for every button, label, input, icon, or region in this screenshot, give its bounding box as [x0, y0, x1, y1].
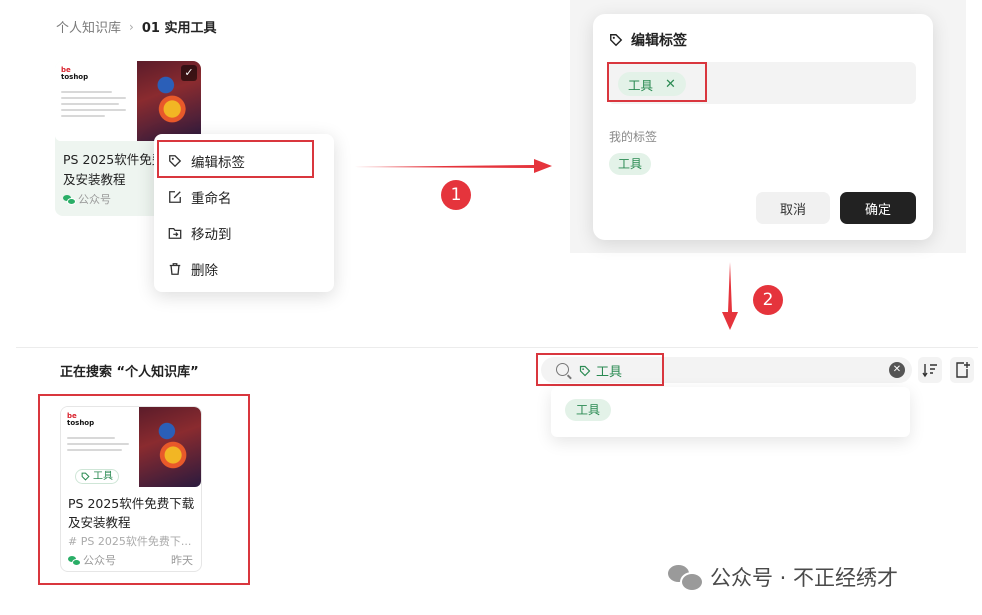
trash-icon [169, 263, 181, 275]
menu-item-move-to[interactable]: 移动到 [168, 223, 232, 243]
breadcrumb-current: 01 实用工具 [141, 21, 217, 36]
watermark: 公众号 · 不正经绣才 [668, 562, 898, 592]
thumbnail-text-line [61, 97, 127, 99]
search-heading: 正在搜索 “个人知识库” [60, 365, 199, 380]
sort-icon [922, 364, 937, 378]
confirm-button[interactable]: 确定 [840, 192, 916, 224]
add-document-icon [956, 362, 970, 378]
rename-icon [169, 191, 181, 203]
sort-button[interactable] [918, 357, 942, 383]
highlight-box-search-tag [536, 353, 664, 386]
step-badge-2: 2 [753, 285, 783, 315]
checkbox-checked-icon[interactable]: ✓ [181, 65, 197, 81]
thumbnail-document: be toshop [55, 61, 140, 141]
add-note-button[interactable] [950, 357, 974, 383]
card-thumbnail: be toshop ✓ [55, 61, 201, 141]
clear-search-icon[interactable]: ✕ [889, 362, 905, 378]
menu-item-delete[interactable]: 删除 [168, 259, 218, 279]
arrow-right-icon [354, 159, 552, 173]
cancel-button[interactable]: 取消 [756, 192, 830, 224]
breadcrumb-root[interactable]: 个人知识库 [56, 17, 121, 36]
thumbnail-logo: be toshop [61, 66, 89, 81]
thumbnail-text-line [61, 109, 127, 111]
tag-icon [610, 34, 623, 47]
menu-item-rename[interactable]: 重命名 [168, 187, 232, 207]
watermark-text: 公众号 · 不正经绣才 [710, 566, 899, 590]
highlight-box-result-card [38, 394, 250, 585]
tag-suggestion-dropdown: 工具 [551, 387, 910, 437]
arrow-down-icon [722, 262, 738, 330]
highlight-box-current-tag [607, 62, 707, 102]
step-badge-1: 1 [441, 180, 471, 210]
highlight-box-edit-tags [157, 140, 314, 178]
thumbnail-text-line [61, 103, 120, 105]
wechat-icon [668, 564, 704, 592]
edit-tag-dialog: 编辑标签 工具 ✕ 我的标签 工具 取消 确定 [593, 14, 933, 240]
chevron-right-icon: › [129, 19, 134, 34]
thumbnail-text-line [61, 91, 112, 93]
move-folder-icon [168, 227, 182, 239]
thumbnail-text-line [61, 115, 105, 117]
tag-suggestion-chip[interactable]: 工具 [565, 399, 612, 421]
my-tags-label: 我的标签 [609, 130, 658, 144]
card-source-label: 公众号 [78, 193, 111, 206]
card-source: 公众号 [63, 191, 111, 207]
my-tag-chip[interactable]: 工具 [609, 153, 652, 175]
dialog-title: 编辑标签 [609, 30, 687, 50]
breadcrumb: 个人知识库 › 01 实用工具 [56, 17, 217, 37]
wechat-icon [63, 194, 76, 205]
section-divider [16, 347, 978, 348]
